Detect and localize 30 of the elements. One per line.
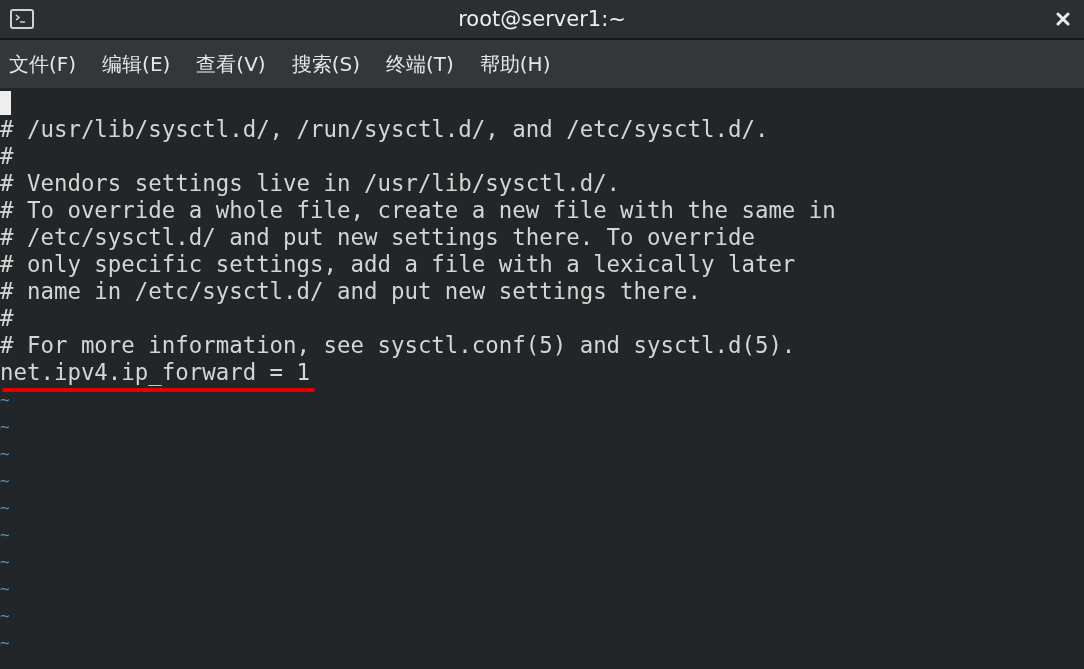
empty-line-marker: ~ bbox=[0, 443, 10, 465]
window-title: root@server1:~ bbox=[458, 7, 626, 31]
empty-line-marker: ~ bbox=[0, 524, 10, 546]
menu-item[interactable]: 编辑(E) bbox=[102, 50, 171, 78]
text-cursor bbox=[0, 90, 11, 115]
empty-line-marker: ~ bbox=[0, 578, 10, 600]
menu-item[interactable]: 文件(F) bbox=[9, 50, 77, 78]
empty-line-marker: ~ bbox=[0, 497, 10, 519]
code-line: # /usr/lib/sysctl.d/, /run/sysctl.d/, and /etc/sysctl.d/. bbox=[0, 116, 769, 143]
code-line: # Vendors settings live in /usr/lib/sysctl.d/. bbox=[0, 170, 621, 197]
code-line: # bbox=[0, 143, 14, 170]
menu-item[interactable]: 帮助(H) bbox=[479, 50, 551, 78]
code-line: # For more information, see sysctl.conf(5) and sysctl.d(5). bbox=[0, 332, 796, 359]
code-line: # /etc/sysctl.d/ and put new settings there. To override bbox=[0, 224, 755, 251]
empty-line-marker: ~ bbox=[0, 551, 10, 573]
empty-line-marker: ~ bbox=[0, 605, 10, 627]
empty-line-marker: ~ bbox=[0, 389, 10, 411]
code-line: # name in /etc/sysctl.d/ and put new settings there. bbox=[0, 278, 701, 305]
menu-item[interactable]: 终端(T) bbox=[385, 50, 454, 78]
close-icon[interactable] bbox=[1056, 12, 1070, 26]
code-line: # only specific settings, add a file with a lexically later bbox=[0, 251, 796, 278]
empty-line-marker: ~ bbox=[0, 416, 10, 438]
menu-item[interactable]: 查看(V) bbox=[196, 50, 266, 78]
menu-item[interactable]: 搜索(S) bbox=[291, 50, 360, 78]
empty-line-marker: ~ bbox=[0, 632, 10, 654]
terminal-icon bbox=[10, 9, 34, 29]
empty-line-marker: ~ bbox=[0, 470, 10, 492]
code-line: # To override a whole file, create a new file with the same in bbox=[0, 197, 836, 224]
code-line: net.ipv4.ip_forward = 1 bbox=[0, 359, 311, 386]
code-line: # bbox=[0, 305, 14, 332]
